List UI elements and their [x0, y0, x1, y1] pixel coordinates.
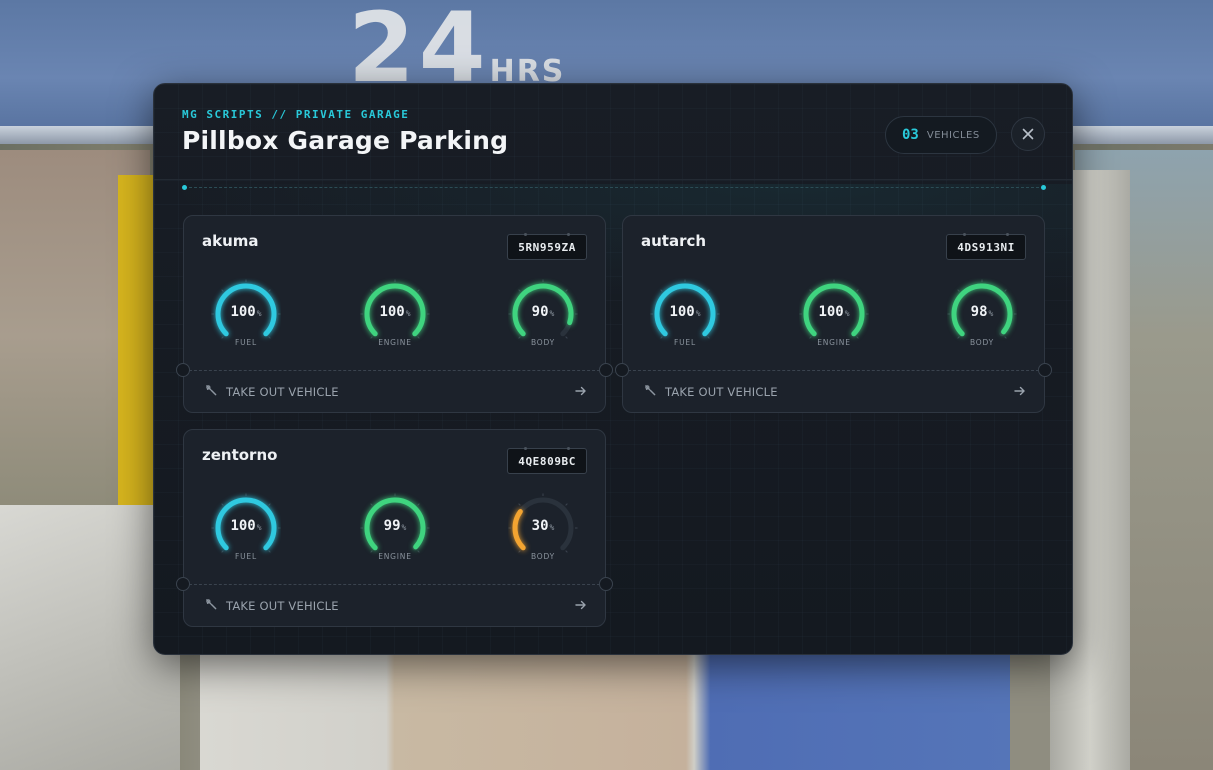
gauge-value: 98% [947, 304, 1017, 320]
gauge-unit: % [401, 523, 407, 532]
license-plate: 5RN959ZA [507, 233, 587, 260]
vehicle-name: autarch [641, 232, 707, 250]
gauge-label: BODY [969, 338, 995, 347]
vehicle-name: zentorno [202, 446, 278, 464]
vehicle-card: zentorno 4QE809BC 100% FUEL 99% ENGINE 30% BODY… [176, 429, 613, 627]
gauge-number: 98 [970, 304, 988, 320]
gauge-label: FUEL [674, 338, 696, 347]
close-icon [1022, 128, 1034, 140]
gauge-label: FUEL [235, 338, 257, 347]
wrench-icon [645, 385, 665, 399]
vehicle-card: akuma 5RN959ZA 100% FUEL 100% ENGINE 90% BODY TA… [176, 215, 613, 413]
gauge-value: 90% [508, 304, 578, 320]
vehicle-gauges: 100% FUEL 100% ENGINE 90% BODY [184, 278, 605, 358]
gauge-unit: % [988, 309, 994, 318]
gauge-fuel: 100% FUEL [650, 278, 720, 350]
gauge-number: 90 [531, 304, 549, 320]
gauge-engine: 99% ENGINE [360, 492, 430, 564]
take-out-label: TAKE OUT VEHICLE [226, 385, 339, 399]
background-yellow-pole [118, 175, 154, 505]
gauge-label: ENGINE [817, 338, 851, 347]
gauge-engine: 100% ENGINE [799, 278, 869, 350]
gauge-value: 100% [650, 304, 720, 320]
take-out-vehicle-button[interactable]: TAKE OUT VEHICLE [184, 371, 605, 413]
take-out-label: TAKE OUT VEHICLE [226, 599, 339, 613]
license-plate: 4DS913NI [946, 233, 1026, 260]
gauge-value: 100% [799, 304, 869, 320]
take-out-vehicle-button[interactable]: TAKE OUT VEHICLE [184, 585, 605, 627]
gauge-value: 100% [211, 304, 281, 320]
gauge-number: 100 [230, 304, 256, 320]
wrench-icon [206, 599, 226, 613]
gauge-body: 98% BODY [947, 278, 1017, 350]
gauge-body: 90% BODY [508, 278, 578, 350]
gauge-body: 30% BODY [508, 492, 578, 564]
vehicle-gauges: 100% FUEL 100% ENGINE 98% BODY [623, 278, 1044, 358]
gauge-number: 99 [383, 518, 401, 534]
gauge-label: BODY [530, 338, 556, 347]
gauge-value: 30% [508, 518, 578, 534]
gauge-unit: % [844, 309, 850, 318]
gauge-value: 100% [360, 304, 430, 320]
vehicle-count-badge: 03 VEHICLES [885, 116, 997, 154]
gauge-unit: % [256, 309, 262, 318]
header-rail [182, 185, 1046, 190]
gauge-number: 100 [818, 304, 844, 320]
background-booth [200, 655, 1010, 770]
close-button[interactable] [1011, 117, 1045, 151]
vehicle-count-label: VEHICLES [926, 129, 980, 141]
wrench-icon [206, 385, 226, 399]
arrow-right-icon [1014, 385, 1026, 400]
gauge-label: ENGINE [378, 552, 412, 561]
gauge-number: 30 [531, 518, 549, 534]
background-store-sign: 24HRS [348, 0, 566, 104]
gauge-unit: % [549, 309, 555, 318]
vehicle-name: akuma [202, 232, 259, 250]
vehicle-gauges: 100% FUEL 99% ENGINE 30% BODY [184, 492, 605, 572]
arrow-right-icon [575, 599, 587, 614]
page-title: Pillbox Garage Parking [182, 126, 509, 155]
gauge-label: FUEL [235, 552, 257, 561]
gauge-value: 99% [360, 518, 430, 534]
gauge-label: BODY [530, 552, 556, 561]
gauge-fuel: 100% FUEL [211, 278, 281, 350]
panel-header: MG SCRIPTS // PRIVATE GARAGE Pillbox Gar… [154, 84, 1072, 180]
take-out-label: TAKE OUT VEHICLE [665, 385, 778, 399]
gauge-label: ENGINE [378, 338, 412, 347]
gauge-unit: % [695, 309, 701, 318]
license-plate: 4QE809BC [507, 447, 587, 474]
gauge-unit: % [549, 523, 555, 532]
vehicle-card: autarch 4DS913NI 100% FUEL 100% ENGINE 98% BODY… [615, 215, 1052, 413]
garage-panel: MG SCRIPTS // PRIVATE GARAGE Pillbox Gar… [153, 83, 1073, 655]
gauge-number: 100 [669, 304, 695, 320]
gauge-fuel: 100% FUEL [211, 492, 281, 564]
take-out-vehicle-button[interactable]: TAKE OUT VEHICLE [623, 371, 1044, 413]
vehicle-count: 03 [902, 127, 919, 143]
gauge-engine: 100% ENGINE [360, 278, 430, 350]
gauge-number: 100 [230, 518, 256, 534]
gauge-number: 100 [379, 304, 405, 320]
panel-eyebrow: MG SCRIPTS // PRIVATE GARAGE [182, 108, 410, 121]
gauge-unit: % [256, 523, 262, 532]
gauge-value: 100% [211, 518, 281, 534]
arrow-right-icon [575, 385, 587, 400]
gauge-unit: % [405, 309, 411, 318]
